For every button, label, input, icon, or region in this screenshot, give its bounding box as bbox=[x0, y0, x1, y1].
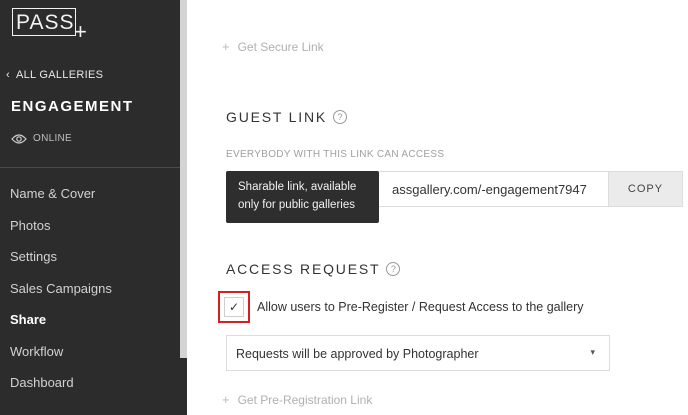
logo-text: PASS bbox=[16, 11, 75, 34]
gallery-title: ENGAGEMENT bbox=[11, 98, 134, 115]
guest-link-tooltip: Sharable link, available only for public… bbox=[226, 171, 379, 223]
pre-register-checkbox[interactable]: ✓ bbox=[224, 297, 244, 317]
sidebar-divider bbox=[0, 167, 180, 168]
chevron-left-icon: ‹ bbox=[6, 69, 10, 81]
help-icon[interactable]: ? bbox=[386, 262, 401, 276]
guest-link-url: assgallery.com/-engagement7947 bbox=[392, 182, 587, 197]
sidebar: PASS + ‹ ALL GALLERIES ENGAGEMENT ONLINE… bbox=[0, 0, 187, 415]
get-pre-registration-link[interactable]: + Get Pre-Registration Link bbox=[222, 392, 372, 407]
pass-logo[interactable]: PASS + bbox=[12, 8, 92, 44]
approval-select-value: Requests will be approved by Photographe… bbox=[236, 347, 479, 361]
get-pre-registration-link-label: Get Pre-Registration Link bbox=[237, 392, 373, 407]
sidebar-item-sales-campaigns[interactable]: Sales Campaigns bbox=[0, 273, 180, 305]
eye-icon bbox=[11, 133, 27, 144]
sidebar-item-name-cover[interactable]: Name & Cover bbox=[0, 178, 180, 210]
logo-plus-icon: + bbox=[74, 19, 87, 44]
all-galleries-link[interactable]: ‹ ALL GALLERIES bbox=[6, 69, 103, 81]
all-galleries-label: ALL GALLERIES bbox=[15, 69, 104, 81]
get-secure-link[interactable]: + Get Secure Link bbox=[222, 39, 324, 54]
chevron-down-icon: ▾ bbox=[590, 347, 595, 357]
pre-register-checkbox-label[interactable]: Allow users to Pre-Register / Request Ac… bbox=[257, 300, 584, 314]
main-content: + Get Secure Link GUEST LINK ? EVERYBODY… bbox=[187, 0, 688, 415]
guest-link-title: GUEST LINK bbox=[226, 109, 327, 125]
help-icon[interactable]: ? bbox=[333, 110, 347, 124]
sidebar-scrollbar[interactable] bbox=[180, 0, 187, 358]
sidebar-nav: Name & Cover Photos Settings Sales Campa… bbox=[0, 178, 180, 399]
approval-select[interactable]: Requests will be approved by Photographe… bbox=[226, 335, 610, 371]
access-request-heading: ACCESS REQUEST ? bbox=[226, 261, 401, 277]
checkbox-highlight: ✓ bbox=[218, 291, 250, 323]
gallery-status[interactable]: ONLINE bbox=[11, 133, 72, 144]
guest-link-heading: GUEST LINK ? bbox=[226, 109, 347, 125]
status-label: ONLINE bbox=[33, 133, 73, 144]
check-icon: ✓ bbox=[228, 300, 240, 314]
access-request-title: ACCESS REQUEST bbox=[226, 261, 381, 277]
sidebar-item-dashboard[interactable]: Dashboard bbox=[0, 367, 180, 399]
plus-icon: + bbox=[222, 392, 230, 407]
copy-button[interactable]: COPY bbox=[608, 171, 683, 207]
plus-icon: + bbox=[222, 39, 230, 54]
get-secure-link-label: Get Secure Link bbox=[237, 39, 324, 54]
sidebar-item-settings[interactable]: Settings bbox=[0, 241, 180, 273]
guest-link-caption: EVERYBODY WITH THIS LINK CAN ACCESS bbox=[226, 149, 445, 160]
sidebar-item-photos[interactable]: Photos bbox=[0, 210, 180, 242]
sidebar-item-share[interactable]: Share bbox=[0, 304, 180, 336]
sidebar-item-workflow[interactable]: Workflow bbox=[0, 336, 180, 368]
